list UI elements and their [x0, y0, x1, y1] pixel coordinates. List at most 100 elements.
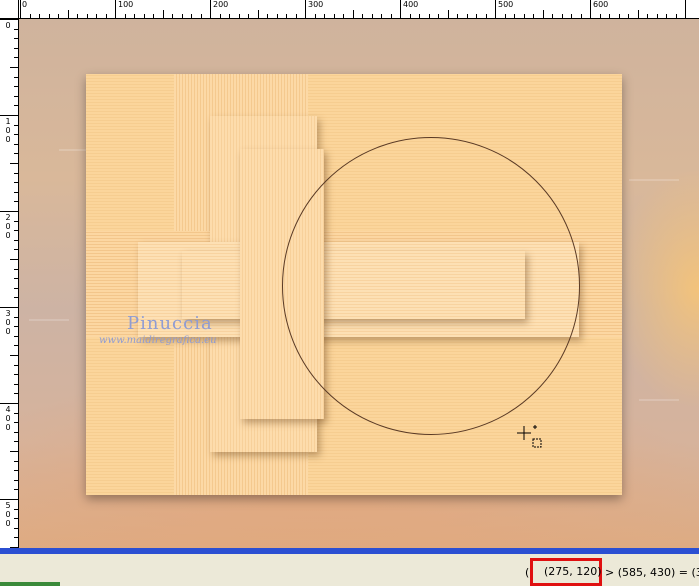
ruler-tick	[191, 14, 192, 18]
ruler-tick	[485, 14, 487, 18]
ruler-tick	[10, 163, 18, 164]
ruler-tick	[14, 239, 18, 241]
ruler-tick	[58, 14, 59, 18]
ruler-tick	[10, 259, 18, 260]
ruler-tick	[14, 345, 18, 347]
ruler-tick	[495, 0, 496, 18]
ruler-tick	[599, 14, 601, 18]
ruler-tick	[14, 489, 18, 491]
ruler-tick	[86, 14, 88, 18]
ruler-tick	[153, 14, 154, 18]
ruler-tick	[14, 57, 18, 59]
ruler-tick	[523, 14, 525, 18]
ruler-tick	[14, 28, 18, 30]
ruler-tick	[181, 14, 183, 18]
ruler-tick	[10, 355, 18, 356]
ruler-tick	[10, 67, 18, 68]
ruler-tick	[14, 326, 18, 328]
cursor-coords-box: (275, 120)	[530, 558, 602, 586]
ruler-tick	[362, 14, 363, 18]
ruler-tick	[466, 14, 468, 18]
ruler-tick	[14, 335, 18, 337]
ruler-tick	[476, 14, 477, 18]
ruler-top-zero-label: 0	[22, 0, 28, 9]
ruler-tick	[0, 307, 18, 308]
ruler-tick	[14, 95, 18, 97]
ruler-tick	[229, 14, 230, 18]
ruler-top-label-200: 200	[213, 0, 229, 9]
ruler-tick	[656, 14, 658, 18]
ruler-tick	[14, 297, 18, 299]
ruler-top-label-600: 600	[593, 0, 609, 9]
ruler-tick	[14, 470, 18, 472]
ruler-tick	[438, 14, 439, 18]
ruler-tick	[314, 14, 316, 18]
ruler-left-label-200: 200	[5, 213, 11, 240]
taskbar-strip	[0, 582, 60, 586]
ruler-tick	[172, 14, 173, 18]
ruler-tick	[0, 211, 18, 212]
ruler-tick	[0, 115, 18, 116]
ruler-tick	[143, 14, 145, 18]
ruler-tick	[200, 14, 202, 18]
ruler-tick	[14, 527, 18, 529]
ruler-tick	[14, 220, 18, 222]
ruler-tick	[571, 14, 572, 18]
ruler-tick	[14, 460, 18, 462]
ruler-tick	[96, 14, 97, 18]
ruler-tick	[647, 14, 648, 18]
ruler-tick	[618, 14, 620, 18]
ruler-tick	[14, 422, 18, 424]
ruler-tick	[14, 287, 18, 289]
ruler-tick	[267, 14, 268, 18]
ruler-tick	[14, 182, 18, 184]
ruler-tick	[666, 14, 667, 18]
ruler-tick	[257, 10, 259, 18]
ruler-tick	[14, 518, 18, 520]
bg-streak	[639, 399, 679, 401]
ruler-tick	[134, 14, 135, 18]
ruler-tick	[419, 14, 420, 18]
ruler-tick	[352, 10, 354, 18]
ruler-top-label-400: 400	[403, 0, 419, 9]
bg-streak	[29, 319, 69, 321]
ruler-left-label-0: 0	[5, 21, 11, 30]
bg-streak	[629, 179, 679, 181]
ruler-tick	[371, 14, 373, 18]
ruler-tick	[14, 143, 18, 145]
ruler-tick	[14, 431, 18, 433]
ruler-tick	[381, 14, 382, 18]
ruler-tick	[105, 14, 107, 18]
ruler-tick	[219, 14, 221, 18]
crosshair-select-cursor-icon	[517, 425, 542, 448]
ruler-tick	[14, 537, 18, 539]
ruler-corner	[0, 0, 19, 19]
ruler-tick	[685, 0, 686, 18]
ruler-tick	[210, 0, 211, 18]
ruler-tick	[343, 14, 344, 18]
image-canvas[interactable]: Pinuccia www.maidiregrafica.eu	[19, 19, 699, 548]
ruler-tick	[14, 191, 18, 193]
selection-circle	[282, 137, 580, 435]
ruler-tick	[675, 14, 677, 18]
ruler-left-label-500: 500	[5, 501, 11, 528]
ruler-tick	[428, 14, 430, 18]
ruler-tick	[67, 10, 69, 18]
ruler-tick	[14, 172, 18, 174]
ruler-tick	[14, 105, 18, 107]
ruler-tick	[14, 47, 18, 49]
ruler-top-label-300: 300	[308, 0, 324, 9]
ruler-left: 0 100 200 300 400 500	[0, 18, 19, 548]
ruler-tick	[457, 14, 458, 18]
ruler-tick	[580, 14, 582, 18]
ruler-tick	[14, 278, 18, 280]
ruler-tick	[0, 499, 18, 500]
ruler-tick	[14, 153, 18, 155]
ruler-left-label-300: 300	[5, 309, 11, 336]
ruler-tick	[533, 14, 534, 18]
ruler-tick	[409, 14, 411, 18]
ruler-tick	[14, 38, 18, 40]
selection-size-text: > (585, 430) = (310	[605, 566, 699, 579]
ruler-tick	[542, 10, 544, 18]
ruler-tick	[504, 14, 506, 18]
